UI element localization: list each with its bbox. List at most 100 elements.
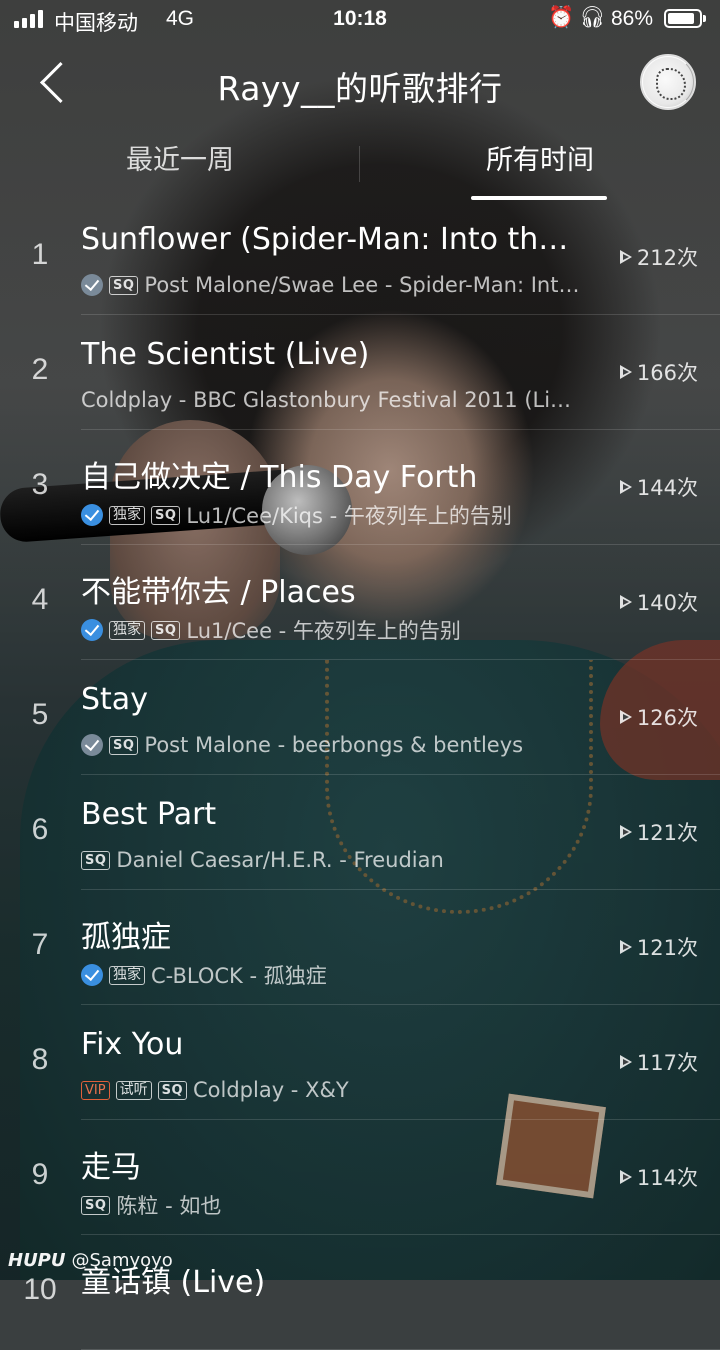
alarm-icon: ⏰ [548, 6, 575, 29]
exclusive-badge: 独家 [109, 620, 145, 640]
sq-badge: SQ [157, 1080, 187, 1100]
nav-bar: Rayy__的听歌排行 [0, 44, 720, 124]
play-count-text: 212次 [636, 246, 698, 270]
verified-check-icon [81, 734, 103, 756]
song-rank: 10 [23, 1273, 57, 1306]
play-count-text: 126次 [636, 706, 698, 730]
play-count: 114次 [619, 1162, 698, 1192]
song-title: 自己做决定 / This Day Forth [81, 460, 478, 495]
exclusive-badge: 独家 [109, 505, 145, 525]
song-row[interactable]: 2 The Scientist (Live) Coldplay - BBC Glas… [0, 315, 720, 430]
battery-percent: 86% [611, 7, 654, 30]
song-row[interactable]: 8 Fix You VIP 试听 SQ Coldplay - X&Y 117次 [0, 1005, 720, 1120]
status-bar: 中国移动 4G 10:18 ⏰ 🎧︎ 86% [0, 0, 720, 40]
song-title: 孤独症 [81, 920, 171, 955]
tab-all-time[interactable]: 所有时间 [360, 126, 720, 200]
song-row[interactable]: 7 孤独症 独家 C-BLOCK - 孤独症 121次 [0, 890, 720, 1005]
avatar[interactable] [640, 54, 696, 110]
play-icon [619, 940, 632, 954]
song-meta: 独家 SQ Lu1/Cee - 午夜列车上的告别 [81, 616, 583, 644]
song-title: Best Part [81, 797, 217, 832]
sq-badge: SQ [151, 620, 181, 640]
tab-recent-week[interactable]: 最近一周 [0, 126, 360, 200]
song-row[interactable]: 5 Stay SQ Post Malone - beerbongs & bentley… [0, 660, 720, 775]
song-artist-album: C-BLOCK - 孤独症 [151, 964, 327, 988]
song-meta: SQ 陈粒 - 如也 [81, 1191, 583, 1219]
song-rank: 8 [31, 1043, 49, 1076]
song-meta: 独家 SQ Lu1/Cee/Kiqs - 午夜列车上的告别 [81, 501, 583, 529]
verified-check-icon [81, 504, 103, 526]
song-meta: SQ Post Malone/Swae Lee - Spider-Man: Int… [81, 271, 583, 299]
verified-check-icon [81, 964, 103, 986]
song-ranking-list: 1 Sunflower (Spider-Man: Into the Spider-… [0, 200, 720, 1350]
watermark-user: @Samyoyo [71, 1250, 173, 1271]
song-meta [81, 1306, 583, 1334]
song-rank: 2 [31, 353, 49, 386]
song-title: The Scientist (Live) [81, 337, 370, 372]
watermark: HUPU @Samyoyo [8, 1250, 173, 1271]
song-meta: SQ Post Malone - beerbongs & bentleys [81, 731, 583, 759]
time-range-tabs: 最近一周 所有时间 [0, 126, 720, 200]
sq-badge: SQ [109, 275, 139, 295]
song-title: 不能带你去 / Places [81, 575, 356, 610]
song-artist-album: Coldplay - BBC Glastonbury Festival 2011… [81, 388, 583, 412]
play-count: 126次 [619, 702, 698, 732]
play-count-text: 140次 [636, 591, 698, 615]
song-rank: 3 [31, 468, 49, 501]
play-count: 140次 [619, 587, 698, 617]
song-meta: Coldplay - BBC Glastonbury Festival 2011… [81, 386, 583, 414]
play-count: 166次 [619, 357, 698, 387]
song-rank: 9 [31, 1158, 49, 1191]
play-icon [619, 710, 632, 724]
song-title: Stay [81, 682, 148, 717]
preview-badge: 试听 [115, 1080, 152, 1100]
song-artist-album: Coldplay - X&Y [193, 1078, 349, 1102]
song-artist-album: Post Malone - beerbongs & bentleys [144, 733, 524, 757]
sq-badge: SQ [109, 735, 139, 755]
song-rank: 4 [31, 583, 49, 616]
play-icon [619, 1170, 632, 1184]
vip-badge: VIP [81, 1080, 110, 1100]
song-artist-album: Lu1/Cee/Kiqs - 午夜列车上的告别 [186, 504, 512, 528]
back-button[interactable] [28, 58, 82, 110]
play-count: 121次 [619, 817, 698, 847]
song-meta: VIP 试听 SQ Coldplay - X&Y [81, 1076, 583, 1104]
sq-badge: SQ [81, 850, 111, 870]
song-title: Sunflower (Spider-Man: Into the Spider-V… [81, 222, 581, 257]
play-count-text: 121次 [636, 936, 698, 960]
song-row[interactable]: 1 Sunflower (Spider-Man: Into the Spider-… [0, 200, 720, 315]
song-rank: 1 [31, 238, 49, 271]
exclusive-badge: 独家 [109, 965, 145, 985]
avatar-image [656, 68, 686, 100]
song-rank: 5 [31, 698, 49, 731]
chevron-left-icon [39, 61, 82, 104]
song-rank: 6 [31, 813, 49, 846]
page-title: Rayy__的听歌排行 [217, 69, 503, 108]
play-count: 212次 [619, 242, 698, 272]
song-title: 走马 [81, 1150, 141, 1185]
song-meta: SQ Daniel Caesar/H.E.R. - Freudian [81, 846, 583, 874]
play-icon [619, 480, 632, 494]
song-row[interactable]: 4 不能带你去 / Places 独家 SQ Lu1/Cee - 午夜列车上的告别 140… [0, 545, 720, 660]
play-icon [619, 595, 632, 609]
play-count-text: 166次 [636, 361, 698, 385]
song-row[interactable]: 6 Best Part SQ Daniel Caesar/H.E.R. - Freud… [0, 775, 720, 890]
play-icon [619, 365, 632, 379]
play-count: 121次 [619, 932, 698, 962]
song-row[interactable]: 3 自己做决定 / This Day Forth 独家 SQ Lu1/Cee/Kiqs … [0, 430, 720, 545]
play-icon [619, 250, 632, 264]
song-artist-album: Lu1/Cee - 午夜列车上的告别 [186, 619, 461, 643]
play-count: 144次 [619, 472, 698, 502]
battery-icon [664, 9, 702, 28]
play-count-text: 144次 [636, 476, 698, 500]
play-count-text: 114次 [636, 1166, 698, 1190]
headphone-icon: 🎧︎ [579, 6, 606, 29]
song-meta: 独家 C-BLOCK - 孤独症 [81, 961, 583, 989]
song-artist-album: 陈粒 - 如也 [116, 1194, 222, 1218]
sq-badge: SQ [81, 1195, 111, 1215]
song-row[interactable]: 9 走马 SQ 陈粒 - 如也 114次 [0, 1120, 720, 1235]
watermark-brand: HUPU [8, 1250, 66, 1271]
song-title: Fix You [81, 1027, 184, 1062]
play-count-text: 121次 [636, 821, 698, 845]
play-icon [619, 825, 632, 839]
